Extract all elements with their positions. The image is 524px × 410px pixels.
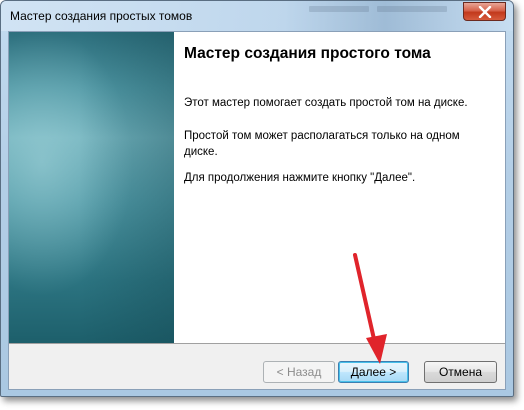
wizard-button-bar: < Назад Далее > Отмена — [9, 343, 505, 389]
cancel-button[interactable]: Отмена — [424, 361, 497, 383]
wizard-window: Мастер создания простых томов Мастер соз… — [0, 0, 514, 397]
close-button[interactable] — [463, 2, 506, 21]
next-button[interactable]: Далее > — [338, 361, 409, 383]
wizard-instruction: Для продолжения нажмите кнопку "Далее". — [184, 172, 416, 184]
wizard-heading: Мастер создания простого тома — [184, 45, 431, 62]
title-bar[interactable]: Мастер создания простых томов — [1, 1, 513, 31]
wizard-client-area: Мастер создания простого тома Этот масте… — [8, 31, 506, 390]
background-window-ghost — [309, 6, 369, 12]
wizard-content: Мастер создания простого тома Этот масте… — [174, 32, 505, 343]
wizard-description: Этот мастер помогает создать простой том… — [184, 97, 468, 109]
close-icon — [478, 5, 491, 18]
back-button[interactable]: < Назад — [263, 361, 335, 383]
window-title: Мастер создания простых томов — [10, 9, 193, 23]
background-window-ghost — [377, 6, 447, 12]
wizard-side-banner — [9, 32, 174, 343]
wizard-note: Простой том может располагаться только н… — [184, 130, 460, 158]
